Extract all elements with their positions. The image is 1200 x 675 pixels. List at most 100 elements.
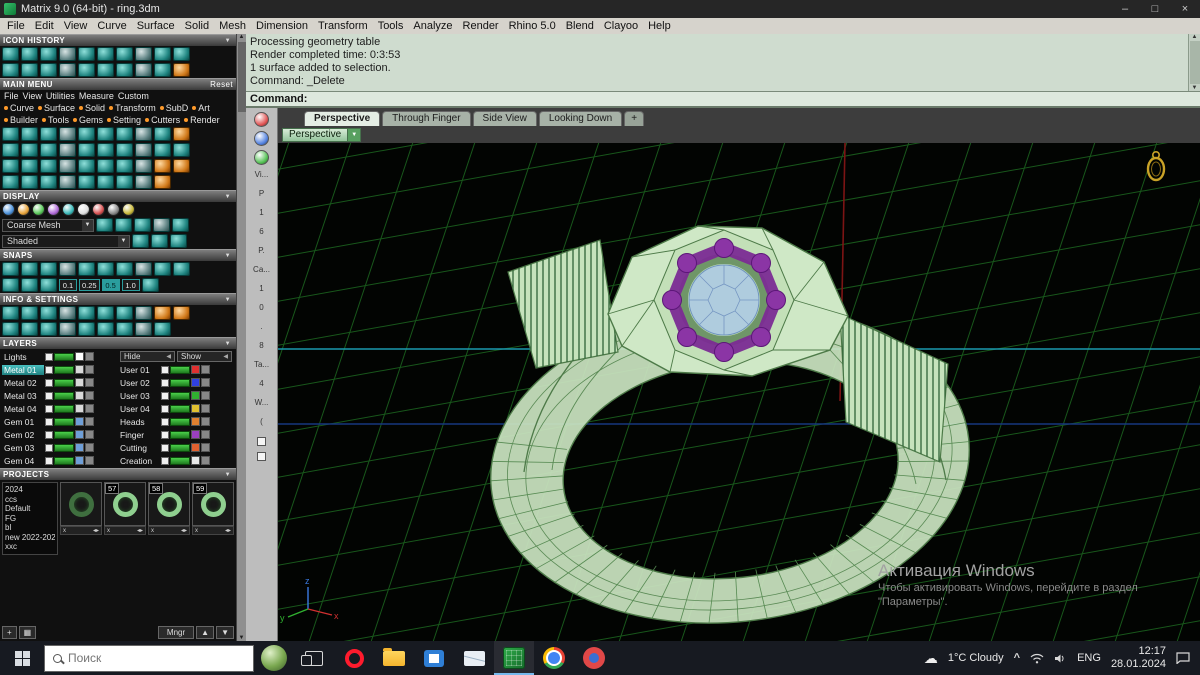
toolbar-icon[interactable] (97, 322, 114, 336)
toolbar-icon[interactable] (59, 306, 76, 320)
main-menu-setting[interactable]: Setting (105, 115, 143, 125)
project-item-fg[interactable]: FG (5, 514, 55, 524)
toolbar-icon[interactable] (154, 262, 171, 276)
viewport-tab-through-finger[interactable]: Through Finger (382, 111, 471, 126)
toolbar-icon[interactable] (135, 306, 152, 320)
layer-lock-chip[interactable] (85, 443, 94, 452)
panel-item[interactable]: Ta... (246, 355, 277, 374)
menu-item-clayoo[interactable]: Clayoo (599, 20, 643, 32)
toolbar-icon[interactable] (2, 159, 19, 173)
opera-button[interactable] (334, 641, 374, 675)
panel-checkbox[interactable] (257, 437, 266, 446)
layer-material-bar[interactable] (54, 443, 74, 452)
layer-visibility-checkbox[interactable] (45, 365, 53, 374)
layer-lock-chip[interactable] (201, 430, 210, 439)
menu-item-curve[interactable]: Curve (92, 20, 131, 32)
project-thumbnail[interactable]: 59 x ◂▸ (192, 482, 234, 555)
toolbar-icon[interactable] (135, 47, 152, 61)
toolbar-icon[interactable] (172, 218, 189, 232)
thumbnail-image[interactable]: 57 (104, 482, 146, 526)
toolbar-icon[interactable] (173, 63, 190, 77)
toolbar-icon[interactable] (173, 306, 190, 320)
weather-text[interactable]: 1°C Cloudy (948, 652, 1004, 664)
layer-material-bar[interactable] (170, 443, 190, 452)
toolbar-icon[interactable] (21, 159, 38, 173)
toolbar-icon[interactable] (154, 159, 171, 173)
section-info-settings[interactable]: INFO & SETTINGS ▼ (0, 293, 236, 305)
toolbar-icon[interactable] (154, 175, 171, 189)
layer-visibility-checkbox[interactable] (161, 378, 169, 387)
toolbar-icon[interactable] (154, 47, 171, 61)
layer-material-bar[interactable] (54, 378, 74, 387)
section-snaps[interactable]: SNAPS ▼ (0, 249, 236, 261)
project-manager-button[interactable]: Mngr (157, 626, 195, 639)
section-icon-history[interactable]: ICON HISTORY ▼ (0, 34, 236, 46)
collapse-icon[interactable]: ▼ (223, 38, 233, 44)
layer-lock-chip[interactable] (85, 378, 94, 387)
layer-color-chip[interactable] (75, 417, 84, 426)
shade-mode-dropdown[interactable]: Shaded ▼ (2, 234, 130, 248)
display-mode-icon[interactable] (77, 203, 90, 216)
main-menu-solid[interactable]: Solid (77, 103, 107, 113)
toolbar-icon[interactable] (116, 322, 133, 336)
panel-item[interactable]: W... (246, 393, 277, 412)
toolbar-icon[interactable] (116, 159, 133, 173)
toolbar-icon[interactable] (21, 143, 38, 157)
toolbar-icon[interactable] (2, 278, 19, 292)
layer-metal-03[interactable]: Metal 03 (2, 391, 118, 401)
layer-material-bar[interactable] (54, 404, 74, 413)
layer-gem-03[interactable]: Gem 03 (2, 443, 118, 453)
section-layers[interactable]: LAYERS ▼ (0, 337, 236, 349)
scroll-up-icon[interactable]: ▲ (239, 34, 245, 40)
main-menu-measure[interactable]: Measure (77, 91, 116, 101)
panel-item[interactable]: 0 (246, 298, 277, 317)
menu-item-dimension[interactable]: Dimension (251, 20, 313, 32)
toolbar-icon[interactable] (97, 47, 114, 61)
main-menu-utilities[interactable]: Utilities (44, 91, 77, 101)
grid-view-button[interactable]: ▦ (18, 626, 37, 639)
layer-lock-chip[interactable] (201, 391, 210, 400)
project-item-xxc[interactable]: xxc (5, 542, 55, 552)
layer-creation[interactable]: Creation (118, 456, 234, 466)
toolbar-icon[interactable] (135, 262, 152, 276)
clock[interactable]: 12:17 28.01.2024 (1111, 645, 1166, 671)
layer-material-bar[interactable] (170, 430, 190, 439)
widgets-button[interactable] (254, 641, 294, 675)
layer-lock-chip[interactable] (85, 417, 94, 426)
layer-visibility-checkbox[interactable] (45, 456, 53, 465)
panel-icon[interactable] (254, 131, 269, 146)
toolbar-icon[interactable] (21, 63, 38, 77)
toolbar-icon[interactable] (170, 234, 187, 248)
toolbar-icon[interactable] (2, 143, 19, 157)
layer-material-bar[interactable] (170, 365, 190, 374)
scrollbar-thumb[interactable] (237, 42, 246, 112)
thumbnail-nav-arrows[interactable]: ◂▸ (225, 527, 231, 534)
network-icon[interactable] (1030, 653, 1044, 664)
matrix-app-button[interactable] (494, 641, 534, 675)
toolbar-icon[interactable] (154, 143, 171, 157)
viewport-3d[interactable]: z x y Активация Windows Чтобы активирова… (278, 143, 1200, 641)
layer-color-chip[interactable] (191, 430, 200, 439)
menu-item-surface[interactable]: Surface (132, 20, 180, 32)
layer-material-bar[interactable] (170, 456, 190, 465)
layer-metal-02[interactable]: Metal 02 (2, 378, 118, 388)
toolbar-icon[interactable] (141, 278, 159, 292)
thumbnail-close-button[interactable]: x (151, 528, 154, 534)
panel-item[interactable]: 6 (246, 222, 277, 241)
layer-material-bar[interactable] (170, 391, 190, 400)
layer-color-chip[interactable] (191, 365, 200, 374)
notification-icon[interactable] (1176, 652, 1190, 664)
toolbar-icon[interactable] (97, 175, 114, 189)
reset-button[interactable]: Reset (210, 80, 233, 89)
toolbar-icon[interactable] (21, 322, 38, 336)
layer-material-bar[interactable] (54, 417, 74, 426)
toolbar-icon[interactable] (40, 278, 57, 292)
main-menu-view[interactable]: View (21, 91, 44, 101)
thumbnail-close-button[interactable]: x (63, 528, 66, 534)
collapse-icon[interactable]: ▼ (223, 297, 233, 303)
toolbar-icon[interactable] (2, 63, 19, 77)
panel-item[interactable]: . (246, 317, 277, 336)
toolbar-icon[interactable] (40, 175, 57, 189)
close-button[interactable]: × (1170, 0, 1200, 18)
ring-model[interactable] (475, 225, 985, 641)
